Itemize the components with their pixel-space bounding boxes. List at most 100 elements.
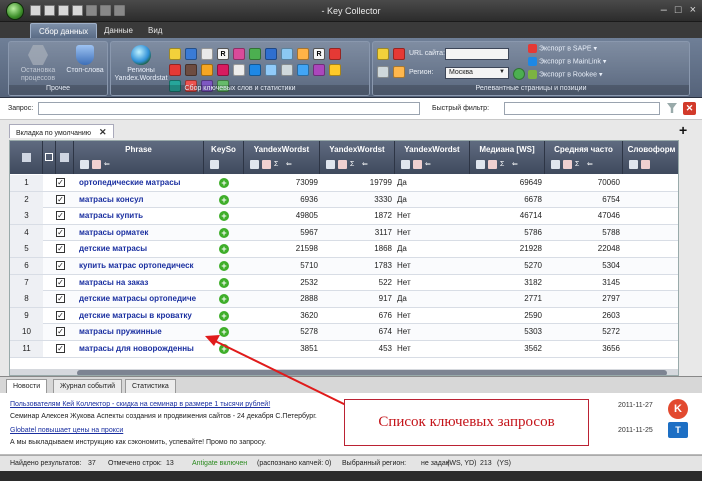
phrase-cell[interactable]: матрасы консул <box>79 195 199 204</box>
add-keyso-icon[interactable]: + <box>219 310 229 321</box>
column-header[interactable]: YandexWordst ⇐ <box>395 141 470 174</box>
table-row[interactable]: 8 ✓ детские матрасы ортопедиче +2888 917 Да 27… <box>10 291 678 308</box>
row-checkbox[interactable]: ✓ <box>56 194 65 204</box>
table-row[interactable]: 9 ✓ детские матрасы в кроватку +3620 676 Нет 2… <box>10 307 678 325</box>
filter-icon[interactable] <box>629 160 638 169</box>
tab-event-log[interactable]: Журнал событий <box>53 379 123 394</box>
phrase-cell[interactable]: матрасы на заказ <box>79 278 199 287</box>
row-number-header[interactable] <box>10 141 43 174</box>
news-link[interactable]: Globatel повышает цены на прокси <box>10 427 123 434</box>
yellow-tool-icon[interactable] <box>329 64 341 76</box>
tab-default[interactable]: Вкладка по умолчанию ✕ <box>9 124 114 138</box>
add-keyso-icon[interactable]: + <box>219 227 229 238</box>
stop-processes-button[interactable]: Остановка процессов <box>13 45 63 83</box>
phrase-cell[interactable]: детские матрасы <box>79 244 199 253</box>
add-keyso-icon[interactable]: + <box>219 194 229 205</box>
orange-tool-icon[interactable] <box>201 64 213 76</box>
table-row[interactable]: 5 ✓ детские матрасы +21598 1868 Да 21928 22048 <box>10 241 678 258</box>
blue-tool-icon[interactable] <box>265 48 277 60</box>
refresh-icon[interactable] <box>513 68 525 80</box>
row-checkbox[interactable]: ✓ <box>56 211 65 221</box>
clear-icon[interactable] <box>488 160 497 169</box>
yandex-wordstat-icon[interactable] <box>169 48 181 60</box>
sort-arrow-icon[interactable]: ⇐ <box>104 160 113 169</box>
folder-icon[interactable] <box>393 66 405 78</box>
row-checkbox[interactable]: ✓ <box>56 294 65 304</box>
sum-icon[interactable]: Σ <box>350 160 359 169</box>
table-row[interactable]: 11 ✓ матрасы для новорожденны +3851 453 Нет 35… <box>10 341 678 358</box>
filter-icon[interactable] <box>210 160 219 169</box>
region-select[interactable]: Москва ▼ <box>445 67 509 79</box>
filter-icon[interactable] <box>401 160 410 169</box>
row-checkbox[interactable]: ✓ <box>56 327 65 337</box>
filter-icon[interactable] <box>326 160 335 169</box>
search-icon[interactable] <box>281 48 293 60</box>
sort-arrow-icon[interactable]: ⇐ <box>362 160 371 169</box>
key-tool-icon[interactable] <box>281 64 293 76</box>
column-header[interactable]: Phrase ⇐ <box>74 141 204 174</box>
filter-icon[interactable] <box>667 103 677 113</box>
purple-tool-icon[interactable] <box>313 64 325 76</box>
add-keyso-icon[interactable]: + <box>219 178 229 188</box>
clear-icon[interactable] <box>563 160 572 169</box>
clear-icon[interactable] <box>413 160 422 169</box>
b-tool-icon[interactable] <box>249 64 261 76</box>
table-row[interactable]: 3 ✓ матрасы купить +49805 1872 Нет 46714 47046 <box>10 208 678 225</box>
row-checkbox[interactable]: ✓ <box>56 277 65 287</box>
tab-view[interactable]: Вид <box>140 23 170 38</box>
column-header[interactable]: YandexWordst Σ ⇐ <box>244 141 320 174</box>
magenta-tool-icon[interactable] <box>217 64 229 76</box>
add-keyso-icon[interactable]: + <box>219 261 229 271</box>
minimize-icon[interactable]: – <box>661 4 667 16</box>
wordstat-regions-button[interactable]: Регионы Yandex.Wordstat <box>113 45 169 83</box>
url-field[interactable] <box>445 48 509 60</box>
add-keyso-icon[interactable]: + <box>219 244 229 255</box>
clear-icon[interactable] <box>641 160 650 169</box>
column-header[interactable]: Средняя часто Σ ⇐ <box>545 141 623 174</box>
red-tool-icon[interactable] <box>329 48 341 60</box>
sort-arrow-icon[interactable]: ⇐ <box>587 160 596 169</box>
horizontal-scrollbar[interactable] <box>10 369 678 375</box>
batch-wordstat-icon[interactable] <box>185 48 197 60</box>
add-keyso-icon[interactable]: + <box>219 211 229 222</box>
phrase-cell[interactable]: матрасы пружинные <box>79 327 199 336</box>
google-rank-icon[interactable] <box>393 48 405 60</box>
add-keyso-icon[interactable]: + <box>219 294 229 305</box>
stop-words-button[interactable]: Стоп-слова <box>63 45 107 75</box>
table-row[interactable]: 10 ✓ матрасы пружинные +5278 674 Нет 5303 5272 <box>10 324 678 341</box>
select-all-header[interactable] <box>43 141 56 174</box>
yandex-icon[interactable] <box>377 48 389 60</box>
row-checkbox[interactable]: ✓ <box>56 227 65 237</box>
add-tab-icon[interactable]: + <box>679 122 687 138</box>
phrase-cell[interactable]: детские матрасы в кроватку <box>79 311 199 320</box>
tab-statistics[interactable]: Статистика <box>125 379 176 394</box>
export-rookee-button[interactable]: Экспорт в Rookee ▾ <box>528 70 603 79</box>
tab-data[interactable]: Данные <box>96 23 141 38</box>
sum-icon[interactable]: Σ <box>575 160 584 169</box>
clear-filter-icon[interactable]: ✕ <box>683 102 696 115</box>
table-row[interactable]: 2 ✓ матрасы консул +6936 3330 Да 6678 6754 <box>10 191 678 209</box>
phrase-cell[interactable]: купить матрас ортопедическ <box>79 261 199 270</box>
row-checkbox[interactable]: ✓ <box>56 178 65 187</box>
row-checkbox[interactable]: ✓ <box>56 344 65 353</box>
table-row[interactable]: 4 ✓ матрасы орматек +5967 3117 Нет 5786 5788 <box>10 224 678 242</box>
pink-dot-icon[interactable] <box>233 48 245 60</box>
google-icon[interactable] <box>249 48 261 60</box>
column-header[interactable]: Словоформ <box>623 141 678 174</box>
quick-filter-input[interactable] <box>504 102 660 115</box>
blue-2-tool-icon[interactable] <box>297 64 309 76</box>
tab-news[interactable]: Новости <box>6 379 48 394</box>
doc-tool-icon[interactable] <box>265 64 277 76</box>
filter-header[interactable] <box>56 141 74 174</box>
r-tool-icon[interactable]: R <box>313 48 325 60</box>
column-header[interactable]: KeySo <box>204 141 244 174</box>
add-keyso-icon[interactable]: + <box>219 344 229 354</box>
clear-icon[interactable] <box>92 160 101 169</box>
filter-icon[interactable] <box>250 160 259 169</box>
filter-icon[interactable] <box>80 160 89 169</box>
column-header[interactable]: Медиана [WS] Σ ⇐ <box>470 141 545 174</box>
phrase-cell[interactable]: детские матрасы ортопедиче <box>79 294 199 303</box>
news-link[interactable]: Пользователям Кей Коллектор - скидка на … <box>10 401 270 408</box>
brown-tool-icon[interactable] <box>185 64 197 76</box>
add-keyso-icon[interactable]: + <box>219 327 229 338</box>
